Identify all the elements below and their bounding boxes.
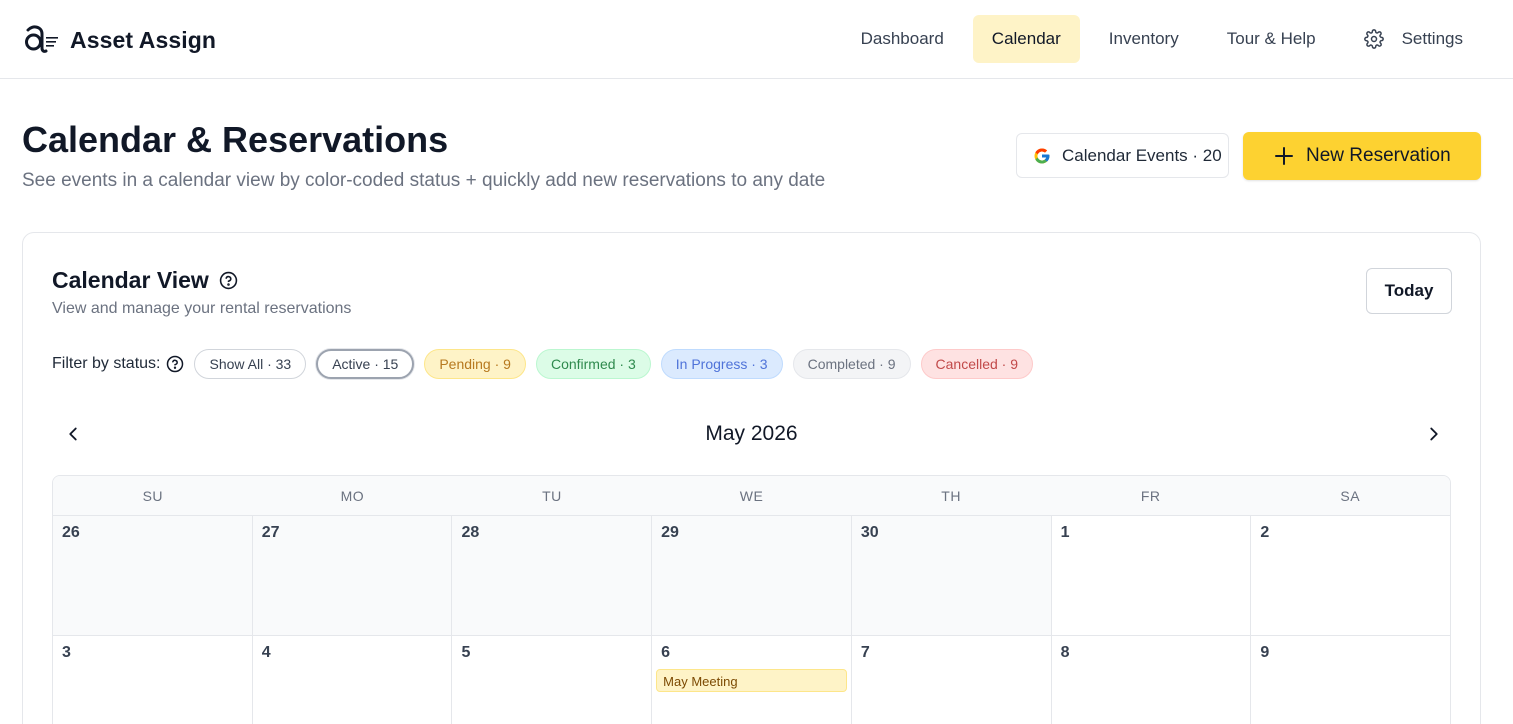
calendar-day[interactable]: 28 [452, 516, 653, 635]
nav-inventory[interactable]: Inventory [1090, 15, 1198, 63]
page-subtitle: See events in a calendar view by color-c… [22, 170, 826, 191]
day-number: 26 [62, 524, 80, 541]
filter-completed[interactable]: Completed · 9 [792, 349, 911, 379]
weekday-mo: MO [340, 488, 365, 504]
calendar-day[interactable]: 30 [851, 516, 1052, 635]
calendar-card: Calendar View View and manage your renta… [22, 232, 1481, 724]
card-subtitle: View and manage your rental reservations [52, 300, 352, 317]
brand[interactable]: Asset Assign [22, 24, 216, 56]
filter-active[interactable]: Active · 15 [316, 349, 415, 379]
day-number: 30 [860, 524, 879, 541]
new-reservation-label: New Reservation [1306, 145, 1451, 166]
day-number: 3 [62, 644, 71, 661]
nav-calendar[interactable]: Calendar [972, 15, 1080, 63]
nav-dashboard[interactable]: Dashboard [842, 15, 963, 63]
calendar-day[interactable]: 5 [452, 636, 653, 724]
calendar-week: 26 27 28 29 30 1 2 [53, 516, 1450, 636]
asset-assign-logo-icon [22, 24, 60, 56]
nav-inventory-label: Inventory [1108, 29, 1179, 48]
status-filter-row: Filter by status: Show All · 33 Active ·… [52, 348, 1043, 380]
calendar-day[interactable]: 26 [53, 516, 253, 635]
filter-label-text: Filter by status: [52, 355, 161, 372]
brand-name: Asset Assign [70, 26, 217, 53]
day-number: 1 [1060, 524, 1070, 541]
calendar-day[interactable]: 4 [253, 636, 453, 724]
calendar-week: 3 4 5 6 May Meeting 7 8 9 [53, 636, 1450, 724]
day-number: 5 [461, 644, 471, 661]
day-number: 2 [1260, 524, 1270, 541]
filter-in-progress[interactable]: In Progress · 3 [660, 349, 783, 379]
top-navigation-bar: Asset Assign Dashboard Calendar Inventor… [0, 0, 1513, 79]
weekday-fr: FR [1140, 488, 1161, 504]
filter-confirmed[interactable]: Confirmed · 3 [535, 349, 651, 379]
calendar-day[interactable]: 29 [652, 516, 852, 635]
nav-dashboard-label: Dashboard [860, 29, 944, 48]
card-title: Calendar View [52, 267, 238, 294]
weekday-header: SU MO TU WE TH FR SA [53, 476, 1450, 516]
nav-tour-help[interactable]: Tour & Help [1208, 15, 1335, 63]
page-title: Calendar & Reservations [22, 119, 449, 160]
day-number: 4 [261, 644, 271, 661]
nav-calendar-label: Calendar [991, 29, 1061, 48]
day-number: 28 [461, 524, 480, 541]
calendar-day[interactable]: 7 [852, 636, 1052, 724]
nav-settings-label: Settings [1401, 29, 1463, 48]
help-icon[interactable] [219, 271, 238, 290]
calendar-day[interactable]: 27 [252, 516, 453, 635]
filter-show-all[interactable]: Show All · 33 [194, 349, 307, 379]
google-calendar-events-button[interactable]: Calendar Events · 20 [1016, 133, 1229, 178]
filter-cancelled[interactable]: Cancelled · 9 [920, 349, 1034, 379]
google-icon [1033, 147, 1051, 165]
new-reservation-button[interactable]: New Reservation [1243, 132, 1481, 180]
calendar-grid: SU MO TU WE TH FR SA 26 27 28 29 30 1 2 … [52, 475, 1451, 724]
chevron-right-icon[interactable] [1423, 423, 1445, 445]
gear-icon [1363, 29, 1384, 49]
nav-tour-help-label: Tour & Help [1226, 29, 1316, 48]
filter-label: Filter by status: [52, 355, 184, 373]
filter-pending[interactable]: Pending · 9 [424, 349, 526, 379]
day-number: 8 [1060, 644, 1070, 661]
card-title-text: Calendar View [52, 267, 209, 293]
calendar-day[interactable]: 9 [1251, 636, 1450, 724]
calendar-day[interactable]: 1 [1052, 516, 1252, 635]
plus-icon [1275, 147, 1293, 165]
today-button[interactable]: Today [1366, 268, 1452, 314]
day-number: 6 [661, 644, 671, 661]
filter-help-icon[interactable] [166, 355, 184, 373]
weekday-su: SU [142, 488, 164, 504]
month-navigation: May 2026 [52, 417, 1451, 453]
day-number: 9 [1260, 644, 1270, 661]
day-number: 27 [261, 524, 280, 541]
calendar-day[interactable]: 8 [1052, 636, 1252, 724]
calendar-day[interactable]: 2 [1251, 516, 1450, 635]
main-nav: Dashboard Calendar Inventory Tour & Help… [832, 15, 1482, 63]
calendar-day[interactable]: 3 [53, 636, 253, 724]
weekday-sa: SA [1340, 488, 1361, 504]
day-number: 29 [661, 524, 679, 541]
weekday-tu: TU [542, 488, 562, 504]
weekday-we: WE [739, 488, 764, 504]
calendar-day[interactable]: 6 May Meeting [652, 636, 852, 724]
event-may-meeting[interactable]: May Meeting [656, 669, 847, 692]
month-label: May 2026 [705, 422, 798, 445]
google-calendar-events-label: Calendar Events · 20 [1062, 145, 1222, 165]
nav-settings[interactable]: Settings [1345, 15, 1482, 63]
weekday-th: TH [941, 488, 961, 504]
day-number: 7 [860, 644, 870, 661]
